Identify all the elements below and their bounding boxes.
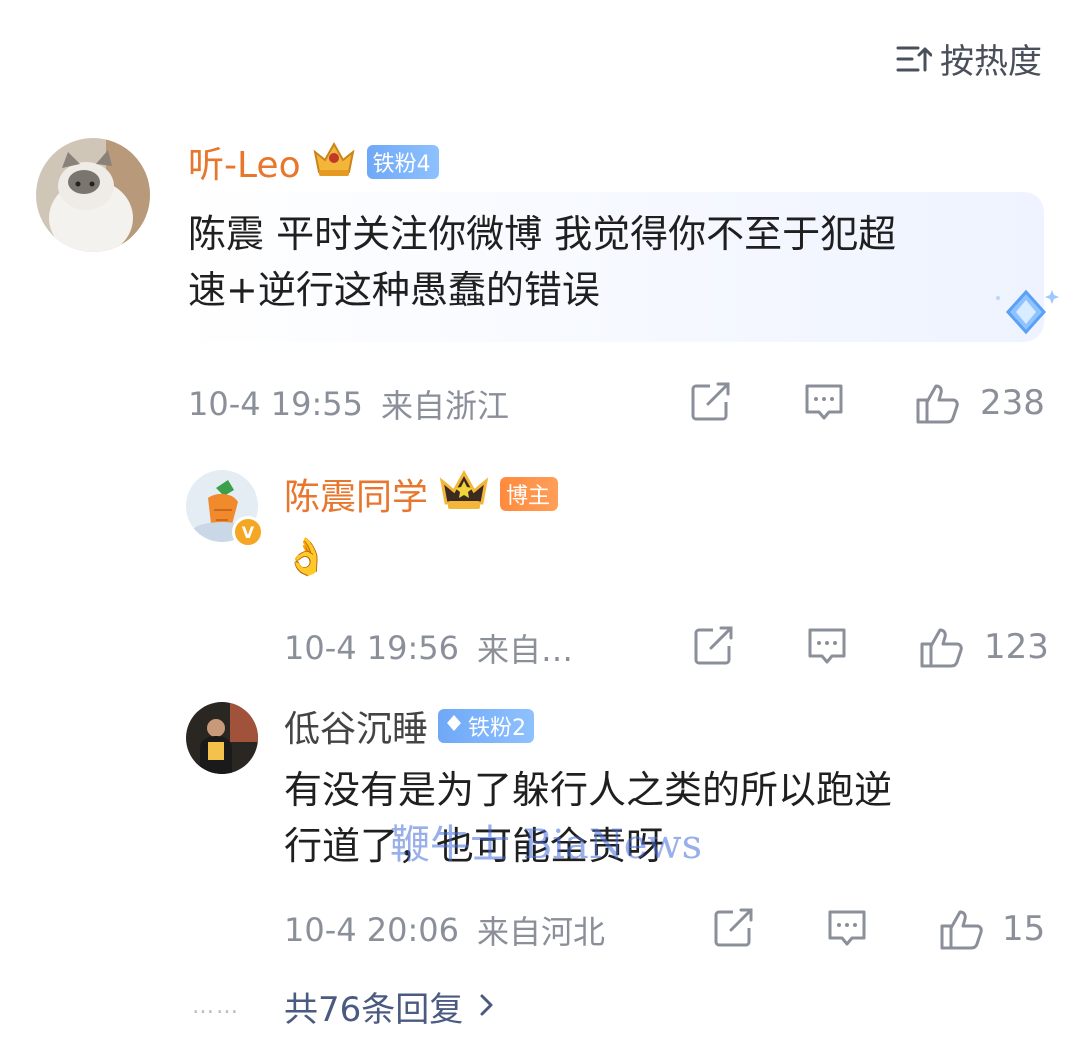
fan-badge-label: 铁粉4 bbox=[372, 152, 431, 177]
avatar[interactable] bbox=[36, 138, 150, 252]
share-icon bbox=[691, 382, 730, 421]
reply-text-line: 有没有是为了躲行人之类的所以跑逆 bbox=[284, 768, 893, 812]
comment-button[interactable] bbox=[806, 626, 848, 668]
share-button[interactable] bbox=[693, 626, 735, 666]
like-count: 123 bbox=[984, 627, 1049, 667]
share-icon bbox=[694, 626, 733, 665]
reply-emoji: 👌 bbox=[284, 537, 329, 578]
diamond-icon bbox=[444, 713, 464, 739]
share-button[interactable] bbox=[690, 382, 732, 422]
comment-location: 来自浙江 bbox=[381, 387, 510, 425]
comment-author[interactable]: 听-Leo bbox=[188, 136, 301, 188]
like-count: 15 bbox=[1002, 909, 1046, 949]
like-icon bbox=[920, 628, 963, 668]
like-icon bbox=[916, 384, 959, 424]
reply-time: 10-4 19:56 bbox=[284, 629, 460, 667]
more-replies-dots: …… bbox=[192, 994, 240, 1019]
comment-icon bbox=[828, 910, 866, 946]
view-all-replies-label: 共76条回复 bbox=[284, 990, 464, 1030]
crown-icon bbox=[438, 469, 490, 520]
sort-label: 按热度 bbox=[940, 42, 1042, 82]
diamond-icon bbox=[990, 284, 1062, 348]
verified-icon: V bbox=[232, 516, 264, 548]
avatar[interactable] bbox=[186, 702, 258, 774]
view-all-replies-link[interactable]: 共76条回复 bbox=[284, 982, 497, 1031]
watermark: 鞭牛士 BiaNews bbox=[390, 822, 703, 868]
reply-author-row: 陈震同学 博主 bbox=[284, 468, 559, 520]
fan-badge: 铁粉2 bbox=[438, 709, 535, 743]
comment-text: 陈震 平时关注你微博 我觉得你不至于犯超 速+逆行这种愚蠢的错误 bbox=[188, 206, 1038, 318]
reply-meta: 10-4 19:56 来自… bbox=[284, 628, 574, 669]
like-count: 238 bbox=[980, 383, 1045, 423]
fan-badge: 铁粉4 bbox=[366, 145, 439, 179]
comment-meta: 10-4 19:55 来自浙江 bbox=[188, 384, 510, 425]
reply-author[interactable]: 陈震同学 bbox=[284, 468, 428, 520]
comment-button[interactable] bbox=[803, 382, 845, 424]
share-icon bbox=[714, 908, 753, 947]
blogger-badge-label: 博主 bbox=[506, 484, 551, 509]
sort-icon bbox=[896, 44, 932, 74]
comment-button[interactable] bbox=[826, 908, 868, 950]
chevron-right-icon bbox=[477, 992, 497, 1022]
blogger-badge: 博主 bbox=[500, 477, 559, 511]
comment-text-line: 速+逆行这种愚蠢的错误 bbox=[188, 268, 600, 312]
reply-author[interactable]: 低谷沉睡 bbox=[284, 700, 428, 752]
comment-time: 10-4 19:55 bbox=[188, 385, 364, 423]
comment-icon bbox=[808, 628, 846, 664]
comment-author-row: 听-Leo 铁粉4 bbox=[188, 138, 439, 186]
like-button[interactable]: 238 bbox=[914, 380, 1045, 426]
like-icon bbox=[940, 910, 983, 950]
reply-meta: 10-4 20:06 来自河北 bbox=[284, 910, 606, 951]
share-button[interactable] bbox=[713, 908, 755, 948]
fan-badge-label: 铁粉2 bbox=[468, 716, 527, 741]
crown-icon bbox=[311, 138, 357, 187]
like-button[interactable]: 123 bbox=[918, 624, 1049, 670]
comment-text-line: 陈震 平时关注你微博 我觉得你不至于犯超 bbox=[188, 212, 897, 256]
reply-avatar-wrapper[interactable]: V bbox=[186, 470, 264, 548]
sort-by-hot-button[interactable]: 按热度 bbox=[896, 34, 1042, 83]
comment-icon bbox=[805, 384, 843, 420]
reply-author-row: 低谷沉睡 铁粉2 bbox=[284, 700, 535, 752]
reply-time: 10-4 20:06 bbox=[284, 911, 460, 949]
reply-location: 来自… bbox=[477, 631, 574, 669]
like-button[interactable]: 15 bbox=[938, 906, 1045, 952]
reply-location: 来自河北 bbox=[477, 913, 606, 951]
